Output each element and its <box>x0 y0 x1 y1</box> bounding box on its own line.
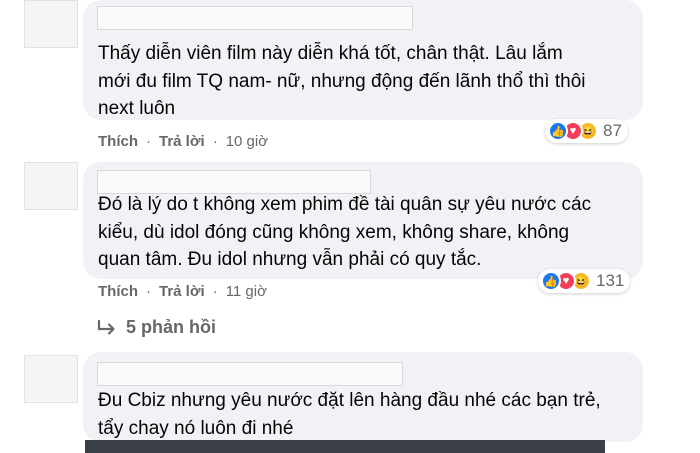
like-reaction-icon: 👍 <box>541 271 561 291</box>
separator: · <box>212 133 218 150</box>
comment-text: Đu Cbiz nhưng yêu nước đặt lên hàng đầu … <box>98 390 601 439</box>
comment-actions: Thích · Trả lời · 11 giờ <box>98 283 267 300</box>
commenter-name[interactable] <box>97 6 413 30</box>
like-reaction-icon: 👍 <box>548 121 568 141</box>
reaction-count: 131 <box>596 271 625 290</box>
comment-time[interactable]: 11 giờ <box>226 283 267 300</box>
reply-button[interactable]: Trả lời <box>159 133 205 150</box>
commenter-name[interactable] <box>97 362 403 386</box>
comment-bubble: Đó là lý do t không xem phim đề tài quân… <box>83 162 643 279</box>
commenter-avatar[interactable] <box>24 0 78 48</box>
view-replies-link[interactable]: 5 phản hồi <box>96 317 216 338</box>
reaction-summary[interactable]: 👍 ♥ 😆 87 <box>545 119 628 143</box>
comment-time[interactable]: 10 giờ <box>226 133 268 150</box>
like-button[interactable]: Thích <box>98 133 138 150</box>
comment-bubble: Thấy diễn viên film này diễn khá tốt, ch… <box>83 0 643 120</box>
comment-bubble: Đu Cbiz nhưng yêu nước đặt lên hàng đầu … <box>83 352 643 442</box>
replies-count-label: 5 phản hồi <box>126 317 216 337</box>
separator: · <box>146 133 151 150</box>
attached-image-preview[interactable] <box>85 440 605 453</box>
separator: · <box>146 283 151 300</box>
reply-button[interactable]: Trả lời <box>159 283 205 300</box>
reaction-summary[interactable]: 👍 ♥ 😆 131 <box>538 269 631 293</box>
comment-text: Thấy diễn viên film này diễn khá tốt, ch… <box>98 43 586 119</box>
separator: · <box>212 283 218 300</box>
commenter-avatar[interactable] <box>24 355 78 403</box>
comment-actions: Thích · Trả lời · 10 giờ <box>98 133 268 150</box>
like-button[interactable]: Thích <box>98 283 138 300</box>
comment-text: Đó là lý do t không xem phim đề tài quân… <box>98 194 592 270</box>
commenter-avatar[interactable] <box>24 162 78 210</box>
reaction-count: 87 <box>603 121 622 140</box>
reply-arrow-icon <box>97 319 115 335</box>
